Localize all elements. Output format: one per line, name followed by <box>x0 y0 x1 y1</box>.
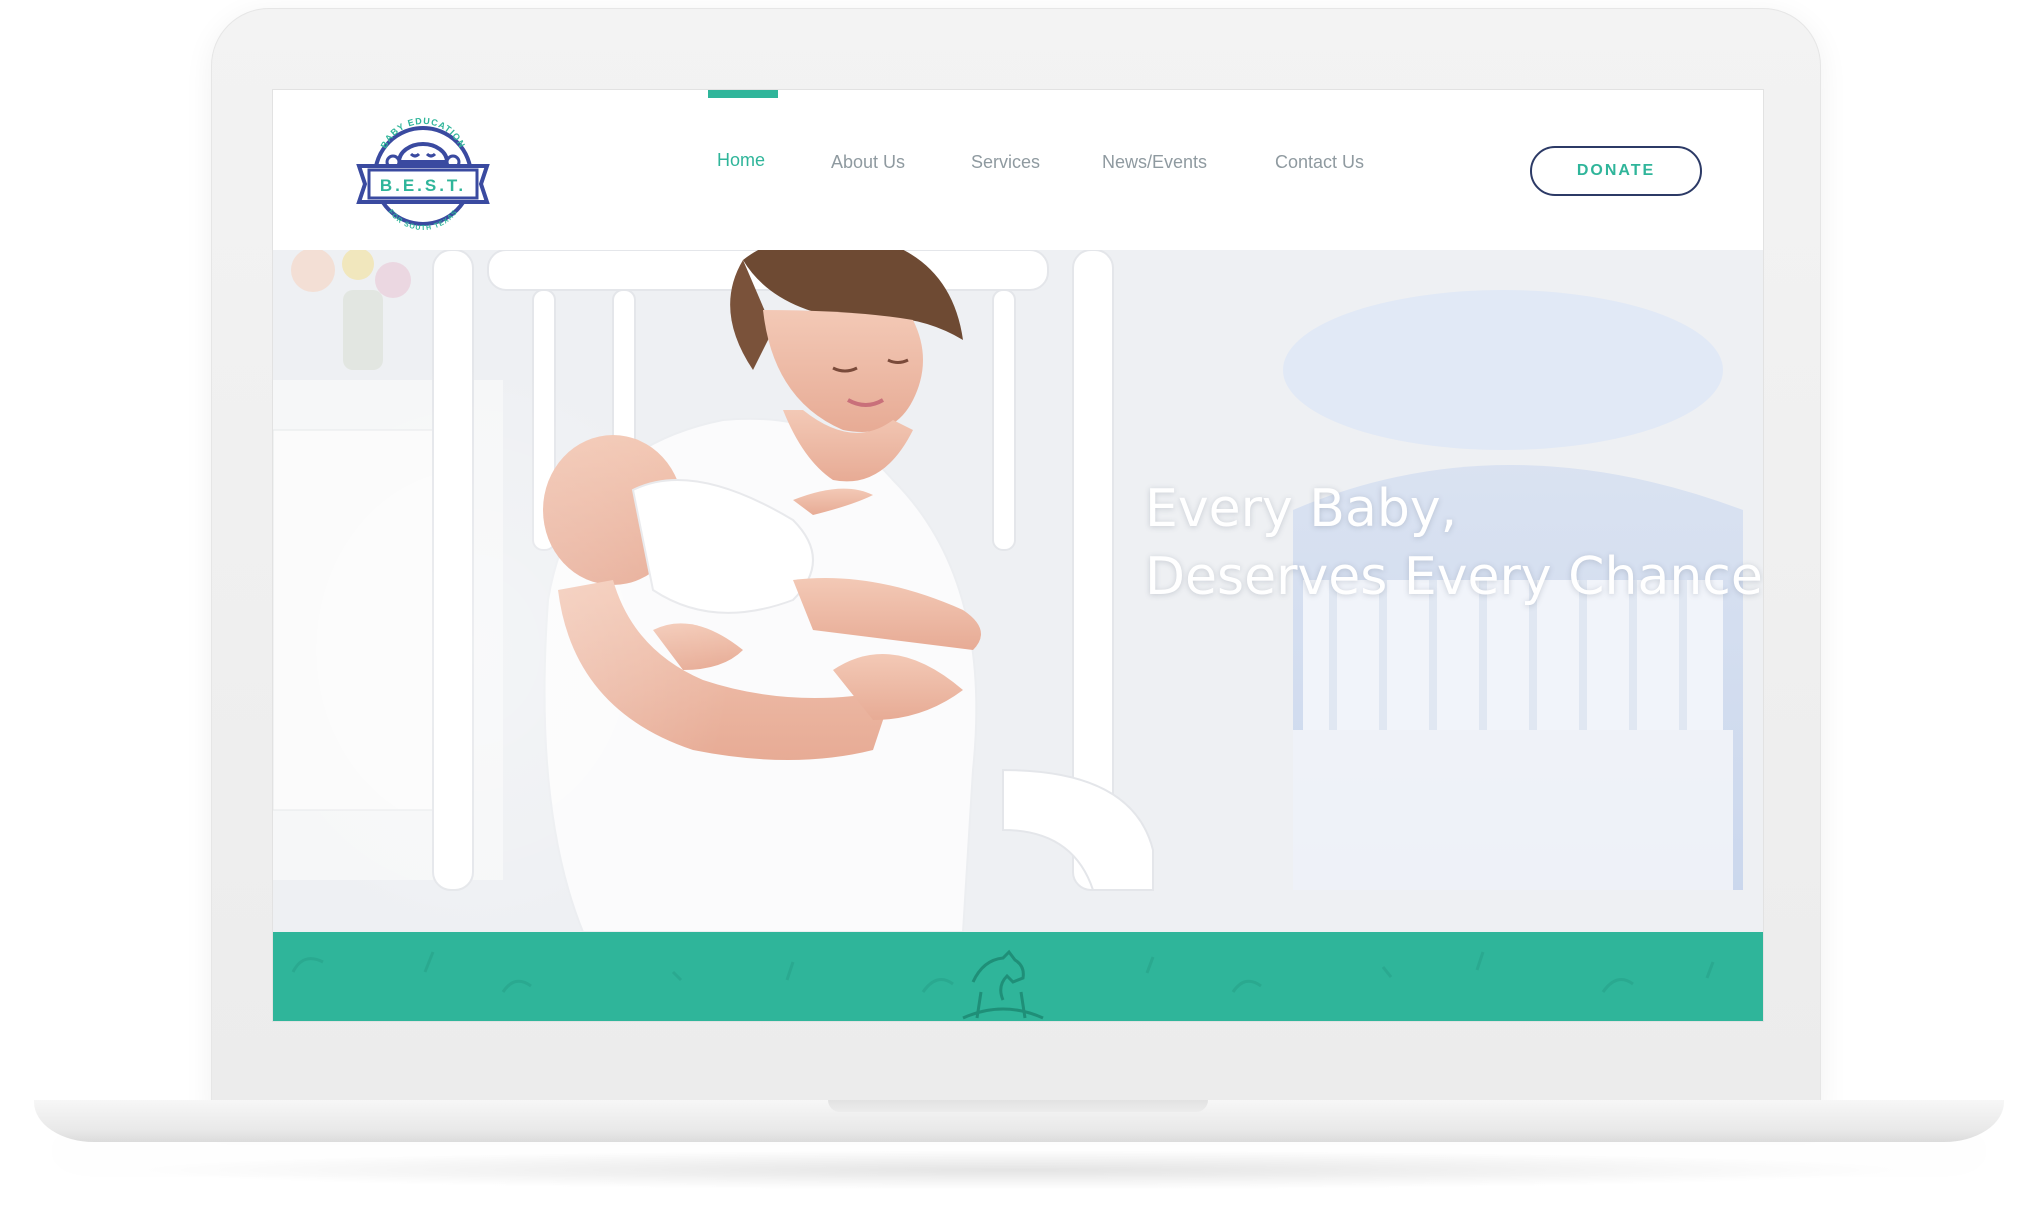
nav-services[interactable]: Services <box>971 152 1040 173</box>
nav-about-us[interactable]: About Us <box>831 152 905 173</box>
laptop-notch <box>828 1100 1208 1112</box>
feature-band <box>273 932 1763 1021</box>
nav-home[interactable]: Home <box>717 150 765 171</box>
laptop-shadow <box>120 1150 1920 1190</box>
hero-banner: Every Baby, Deserves Every Chance <box>273 250 1763 932</box>
hero-title-line2: Deserves Every Chance <box>1145 547 1763 607</box>
rocking-horse-icon <box>962 949 1044 1020</box>
site-header: B.E.S.T. BABY EDUCATION FOR SOUTH TEXAS … <box>273 90 1763 250</box>
band-pattern <box>291 949 1715 1020</box>
nav-news-events[interactable]: News/Events <box>1102 152 1207 173</box>
laptop-screen: B.E.S.T. BABY EDUCATION FOR SOUTH TEXAS … <box>272 89 1764 1022</box>
hero-title: Every Baby, Deserves Every Chance <box>1145 475 1763 611</box>
nav-contact-us[interactable]: Contact Us <box>1275 152 1364 173</box>
hero-title-line1: Every Baby, <box>1145 479 1458 539</box>
donate-button[interactable]: DONATE <box>1530 146 1702 196</box>
nav-active-indicator <box>708 90 778 98</box>
